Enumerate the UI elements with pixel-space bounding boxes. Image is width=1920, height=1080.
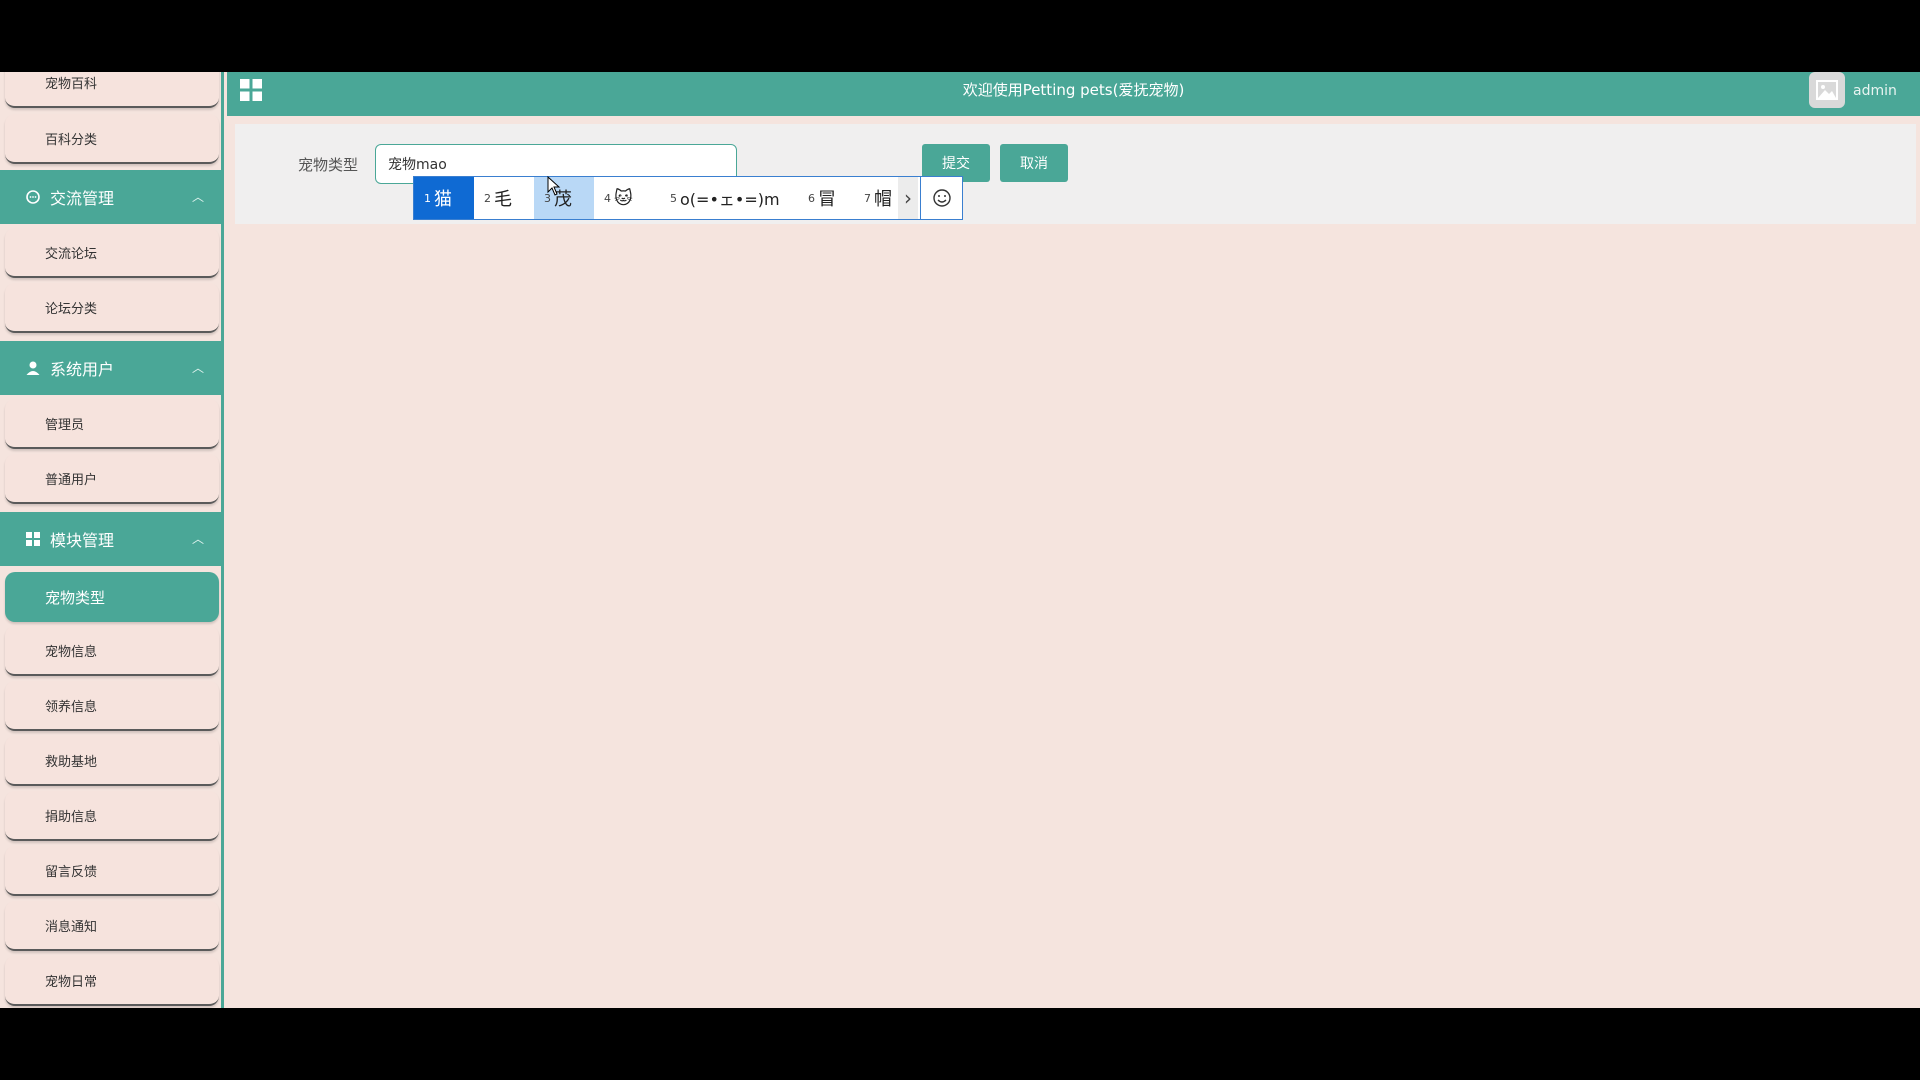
grid-icon [24,530,42,548]
chevron-right-icon[interactable]: › [898,177,918,219]
sidebar-item-rescue-base[interactable]: 救助基地 [5,736,219,786]
chevron-up-icon: ︿ [191,532,204,546]
sidebar-item-notifications[interactable]: 消息通知 [5,901,219,951]
chevron-up-icon: ︿ [191,361,204,375]
chat-icon [24,188,42,206]
sidebar-group-label: 系统用户 [50,360,115,379]
sidebar-item-label: 领养信息 [45,699,98,715]
image-placeholder-icon [1816,80,1838,100]
ime-candidate[interactable]: 1猫 [414,177,474,219]
sidebar-group-communication[interactable]: 交流管理 ︿ [0,170,221,224]
sidebar-item-label: 宠物百科 [45,76,98,92]
avatar[interactable] [1809,72,1845,108]
sidebar-group-label: 模块管理 [50,531,115,550]
sidebar-item-forum[interactable]: 交流论坛 [5,228,219,278]
cat-emoji-icon: 🐱 [614,187,633,209]
sidebar-item-label: 捐助信息 [45,809,98,825]
sidebar-item-label: 救助基地 [45,754,98,770]
mouse-pointer-icon [547,175,561,196]
sidebar-group-system-users[interactable]: 系统用户 ︿ [0,341,221,395]
ime-candidate[interactable]: 6冒 [798,177,854,219]
sidebar-item-regular-users[interactable]: 普通用户 [5,454,219,504]
page-title: 欢迎使用Petting pets(爱抚宠物) [962,81,1185,99]
sidebar-item-pet-daily[interactable]: 宠物日常 [5,956,219,1006]
top-header: 欢迎使用Petting pets(爱抚宠物) admin [227,72,1920,116]
sidebar-item-label: 宠物信息 [45,644,98,660]
sidebar-item-pet-type[interactable]: 宠物类型 [5,572,219,622]
sidebar-item-adoption-info[interactable]: 领养信息 [5,681,219,731]
ime-candidate-bar: 1猫 2毛 3茂 4 🐱 5 o(=•ェ•=)m 6冒 7帽 › [413,176,963,220]
user-icon [24,359,42,377]
sidebar-group-modules[interactable]: 模块管理 ︿ [0,512,221,566]
ime-candidate[interactable]: 4 🐱 [594,177,660,219]
sidebar-item-pet-info[interactable]: 宠物信息 [5,626,219,676]
sidebar-item-label: 论坛分类 [45,301,98,317]
sidebar-group-label: 交流管理 [50,189,115,208]
ime-candidate[interactable]: 3茂 [534,177,594,219]
ime-candidate[interactable]: 5 o(=•ェ•=)m [660,177,798,219]
ime-candidate[interactable]: 2毛 [474,177,534,219]
emoji-picker-button[interactable] [920,177,962,219]
current-user-name[interactable]: admin [1853,72,1897,108]
sidebar: 宠物百科 百科分类 交流管理 ︿ 交流论坛 论坛分类 系统用户 ︿ 管理员 普通… [0,72,224,1008]
sidebar-item-label: 消息通知 [45,919,98,935]
sidebar-item-encyclopedia-category[interactable]: 百科分类 [5,114,219,164]
pet-type-label: 宠物类型 [298,156,359,174]
sidebar-item-donation-info[interactable]: 捐助信息 [5,791,219,841]
chevron-up-icon: ︿ [191,190,204,204]
sidebar-item-pet-encyclopedia[interactable]: 宠物百科 [5,72,219,108]
sidebar-item-label: 交流论坛 [45,246,98,262]
sidebar-item-forum-category[interactable]: 论坛分类 [5,283,219,333]
smiley-icon [932,189,951,207]
sidebar-item-label: 宠物日常 [45,974,98,990]
sidebar-item-label: 留言反馈 [45,864,98,880]
sidebar-item-administrators[interactable]: 管理员 [5,399,219,449]
ime-candidate[interactable]: 7帽 [854,177,898,219]
sidebar-item-label: 百科分类 [45,132,98,148]
sidebar-item-feedback[interactable]: 留言反馈 [5,846,219,896]
app-window: 宠物百科 百科分类 交流管理 ︿ 交流论坛 论坛分类 系统用户 ︿ 管理员 普通… [0,72,1920,1008]
sidebar-item-label: 宠物类型 [45,588,106,607]
sidebar-item-label: 管理员 [45,417,85,433]
cancel-button[interactable]: 取消 [1000,144,1068,182]
sidebar-item-label: 普通用户 [45,472,98,488]
